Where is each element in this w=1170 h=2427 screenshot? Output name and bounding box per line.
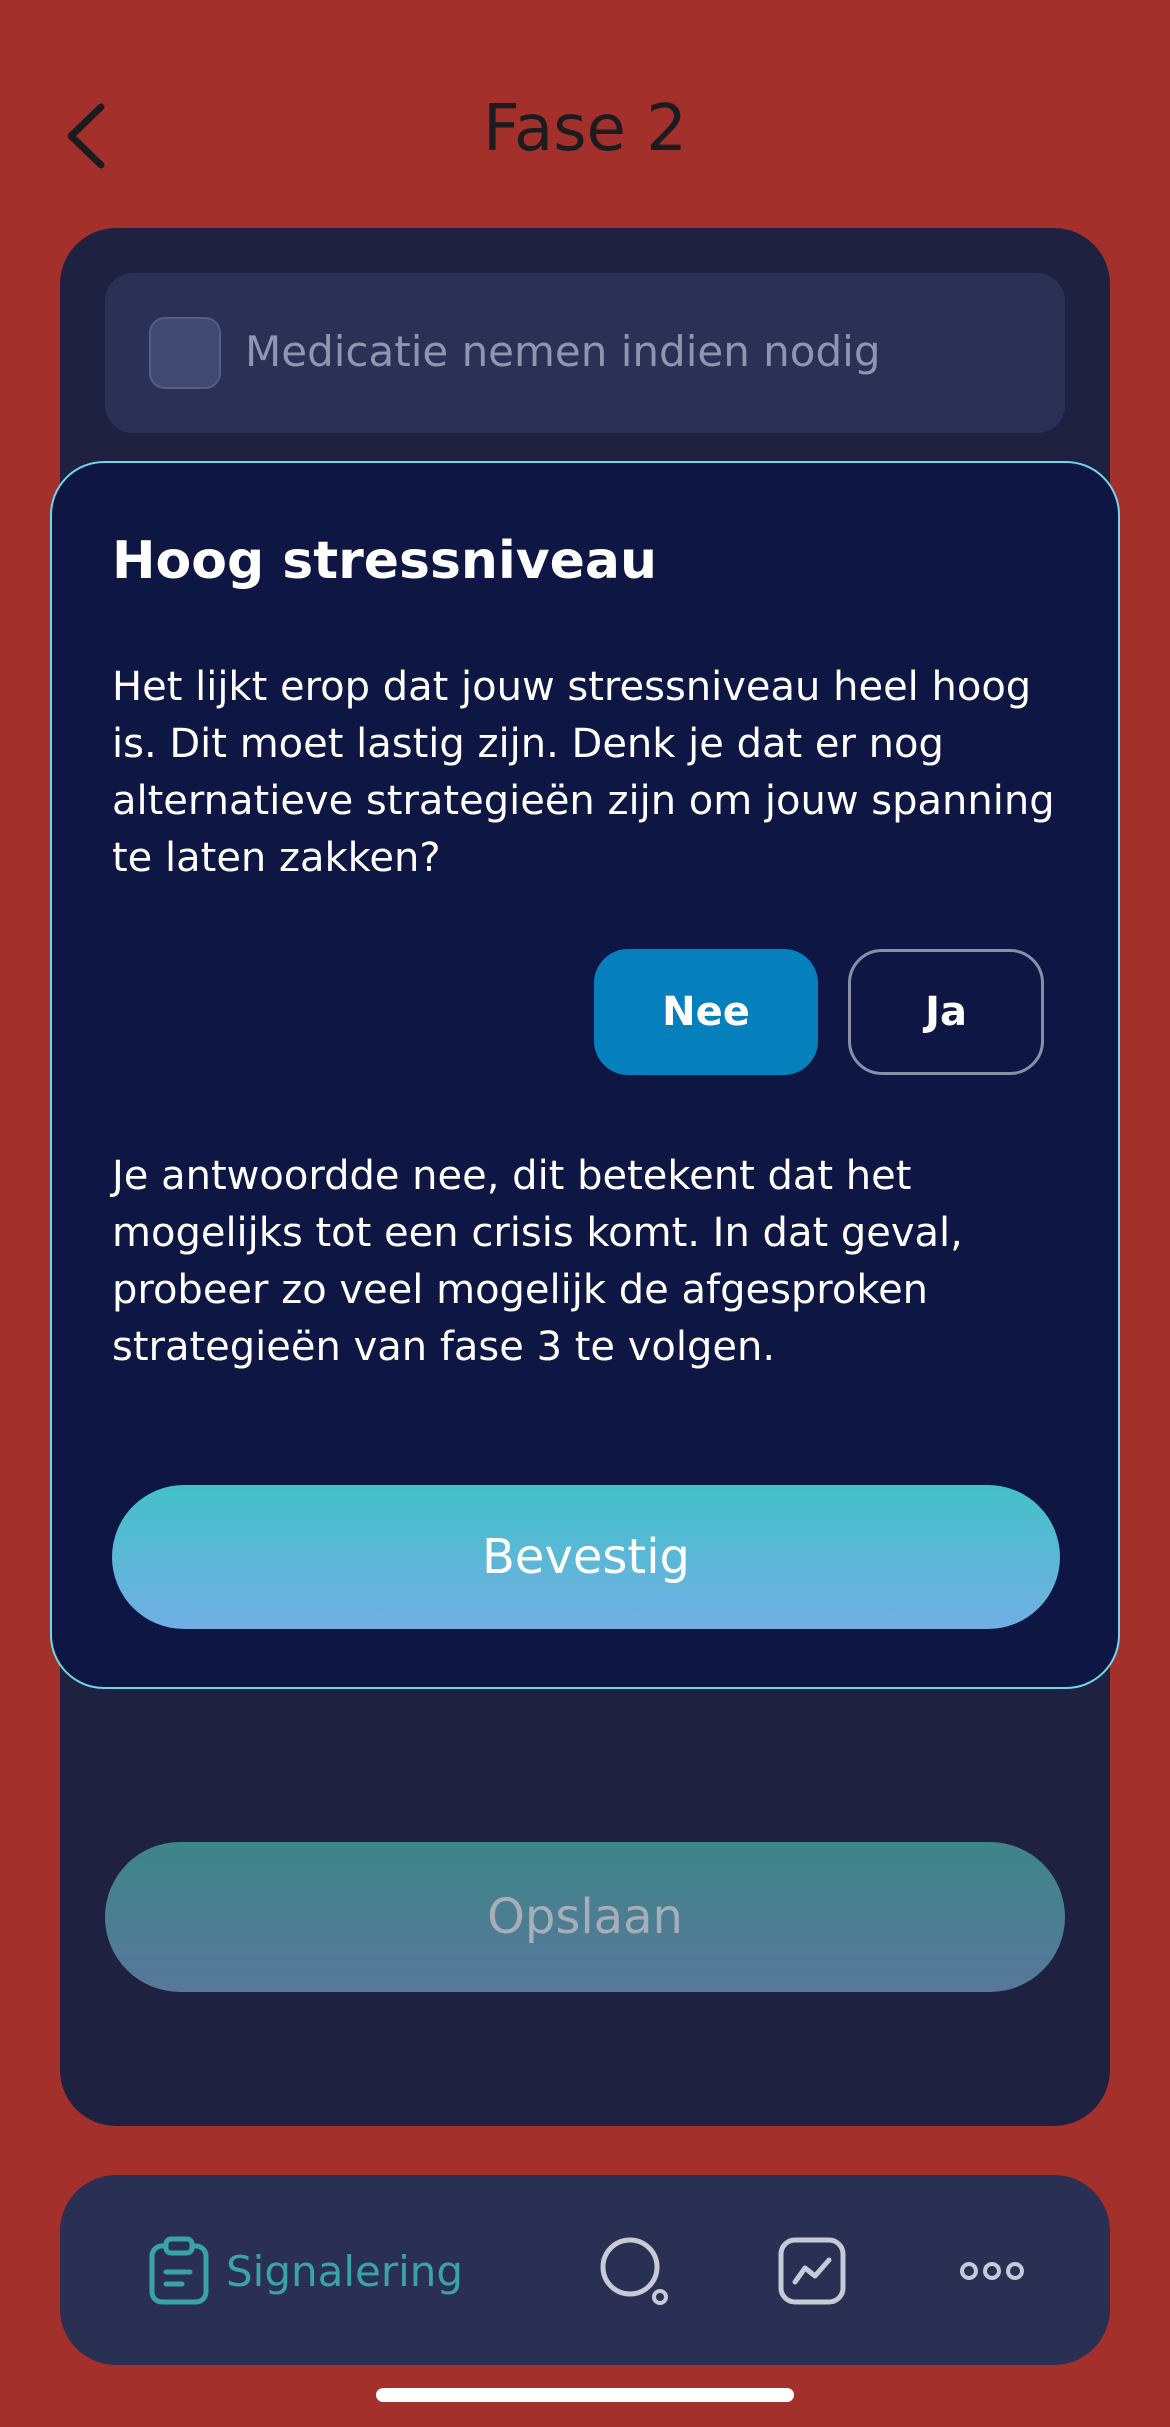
save-button-label: Opslaan: [487, 1889, 683, 1945]
tab-chart[interactable]: [774, 2233, 850, 2309]
more-icon: [960, 2262, 1024, 2280]
dialog-title: Hoog stressniveau: [112, 531, 658, 591]
checklist-item-label: Medicatie nemen indien nodig: [245, 327, 881, 376]
confirm-button[interactable]: Bevestig: [112, 1485, 1060, 1629]
tab-signalering[interactable]: Signalering: [148, 2235, 463, 2307]
header: Fase 2: [0, 60, 1170, 210]
chart-icon: [778, 2237, 846, 2305]
dialog-answer-text: Je antwoordde nee, dit betekent dat het …: [112, 1153, 963, 1370]
confirm-button-label: Bevestig: [481, 1529, 691, 1585]
tab-bar: Signalering: [60, 2175, 1110, 2365]
tab-signalering-label: Signalering: [226, 2246, 464, 2296]
tab-search[interactable]: [596, 2233, 672, 2309]
page-title: Fase 2: [483, 92, 687, 166]
home-indicator: [376, 2388, 794, 2402]
stress-dialog: Hoog stressniveau Het lijkt erop dat jou…: [50, 461, 1120, 1689]
checkbox[interactable]: [149, 317, 221, 389]
save-button[interactable]: Opslaan: [105, 1842, 1065, 1992]
tab-more[interactable]: [954, 2233, 1030, 2309]
search-icon: [600, 2237, 668, 2305]
dialog-question: Het lijkt erop dat jouw stressniveau hee…: [112, 664, 1055, 881]
clipboard-icon: [149, 2236, 209, 2305]
yes-button[interactable]: Ja: [848, 949, 1044, 1075]
checklist-item[interactable]: Medicatie nemen indien nodig: [105, 273, 1065, 433]
no-button[interactable]: Nee: [594, 949, 818, 1075]
